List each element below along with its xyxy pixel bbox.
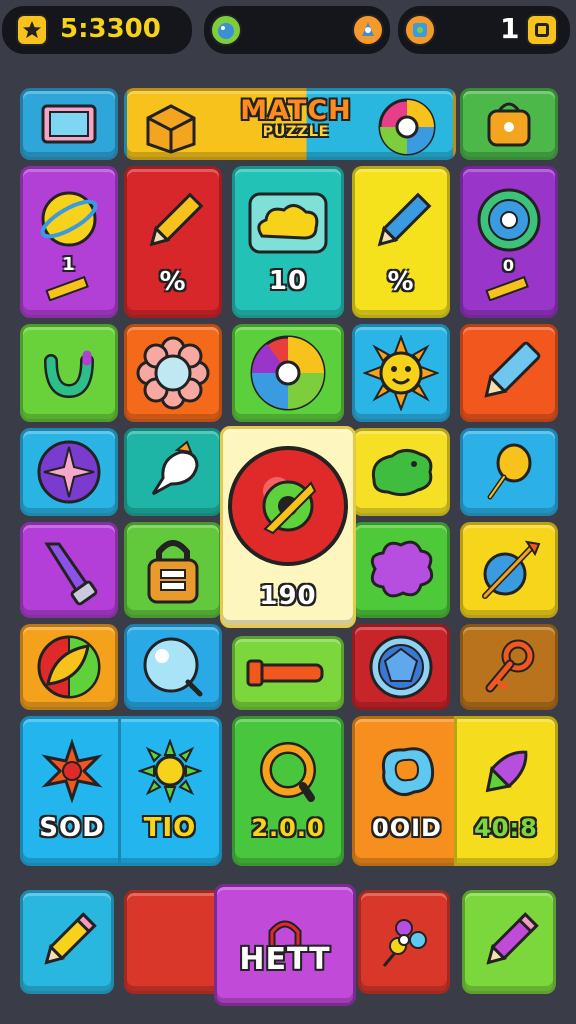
tile-pencil[interactable]: % bbox=[124, 166, 222, 318]
tile-sun-orb[interactable]: 1 bbox=[20, 166, 118, 318]
feature-tile-label: 190 bbox=[259, 581, 317, 611]
tile-label: TIO bbox=[143, 813, 197, 843]
tile-color-wheel[interactable] bbox=[232, 324, 344, 422]
moves-panel: 1 bbox=[398, 6, 570, 54]
map-icon[interactable] bbox=[404, 14, 436, 46]
tile-label: 40:8 bbox=[474, 814, 538, 842]
tile-blob[interactable] bbox=[352, 428, 450, 516]
tile-label: SOD bbox=[39, 813, 105, 843]
rocket-icon[interactable] bbox=[352, 14, 384, 46]
tile-lock[interactable] bbox=[124, 522, 222, 618]
tile-rocket[interactable]: 40:8 bbox=[454, 716, 558, 866]
tile-bag[interactable] bbox=[460, 88, 558, 160]
tile-gem-ring[interactable] bbox=[352, 624, 450, 710]
moves-value: 1 bbox=[500, 12, 520, 45]
tile-ring[interactable]: 2.0.0 bbox=[232, 716, 344, 866]
action-flower[interactable] bbox=[358, 890, 450, 994]
feature-tile[interactable]: 190 bbox=[220, 426, 356, 628]
tile-label: % bbox=[159, 267, 187, 297]
tile-flower[interactable] bbox=[124, 324, 222, 422]
tile-label: 0 bbox=[502, 255, 516, 275]
score-panel: 5:3300 bbox=[2, 6, 192, 54]
tile-gem[interactable] bbox=[20, 428, 118, 516]
tile-leaf[interactable] bbox=[20, 624, 118, 710]
tile-sun-small[interactable]: TIO bbox=[118, 716, 222, 866]
tile-splat[interactable] bbox=[352, 522, 450, 618]
tile-brush[interactable] bbox=[124, 428, 222, 516]
match-puzzle-banner: MATCH PUZZLE bbox=[124, 88, 456, 160]
tile-bubble[interactable] bbox=[124, 624, 222, 710]
color-wheel-icon bbox=[375, 95, 439, 157]
score-value: 5:3300 bbox=[60, 14, 161, 44]
tile-label: % bbox=[387, 267, 415, 297]
tile-photo-frame[interactable] bbox=[20, 88, 118, 160]
tile-pin[interactable] bbox=[460, 428, 558, 516]
tile-marker[interactable] bbox=[460, 324, 558, 422]
tile-label: 0OID bbox=[372, 814, 442, 842]
tile-wand[interactable] bbox=[460, 522, 558, 618]
tile-label: 10 bbox=[268, 266, 308, 296]
banner-subtitle: PUZZLE bbox=[262, 124, 330, 140]
tile-label: 2.0.0 bbox=[251, 814, 325, 842]
tile-cloud[interactable]: 10 bbox=[232, 166, 344, 318]
banner-title: MATCH bbox=[240, 95, 352, 126]
powerups-panel bbox=[204, 6, 390, 54]
tile-label: 1 bbox=[62, 253, 76, 275]
action-pencil-left[interactable] bbox=[20, 890, 114, 994]
star-icon bbox=[16, 14, 48, 46]
tile-key[interactable] bbox=[460, 624, 558, 710]
tile-wheel[interactable]: 0 bbox=[460, 166, 558, 318]
action-main-button[interactable]: HETT bbox=[214, 884, 356, 1006]
tile-bean[interactable]: 0OID bbox=[352, 716, 462, 866]
tile-sun[interactable] bbox=[352, 324, 450, 422]
action-pencil-right[interactable] bbox=[462, 890, 556, 994]
bomb-icon[interactable] bbox=[210, 14, 242, 46]
box-icon[interactable] bbox=[526, 14, 558, 46]
tile-hammer[interactable] bbox=[20, 522, 118, 618]
tile-bar[interactable] bbox=[232, 636, 344, 710]
tile-pencil-blue[interactable]: % bbox=[352, 166, 450, 318]
tile-star-burst[interactable]: SOD bbox=[20, 716, 124, 866]
action-slot bbox=[124, 890, 224, 994]
box-icon bbox=[141, 99, 201, 155]
tile-hook[interactable] bbox=[20, 324, 118, 422]
game-board: MATCH PUZZLE 1 % 10 % 0 190 SOD TIO 2.0.… bbox=[14, 82, 562, 872]
action-main-label: HETT bbox=[239, 941, 331, 977]
